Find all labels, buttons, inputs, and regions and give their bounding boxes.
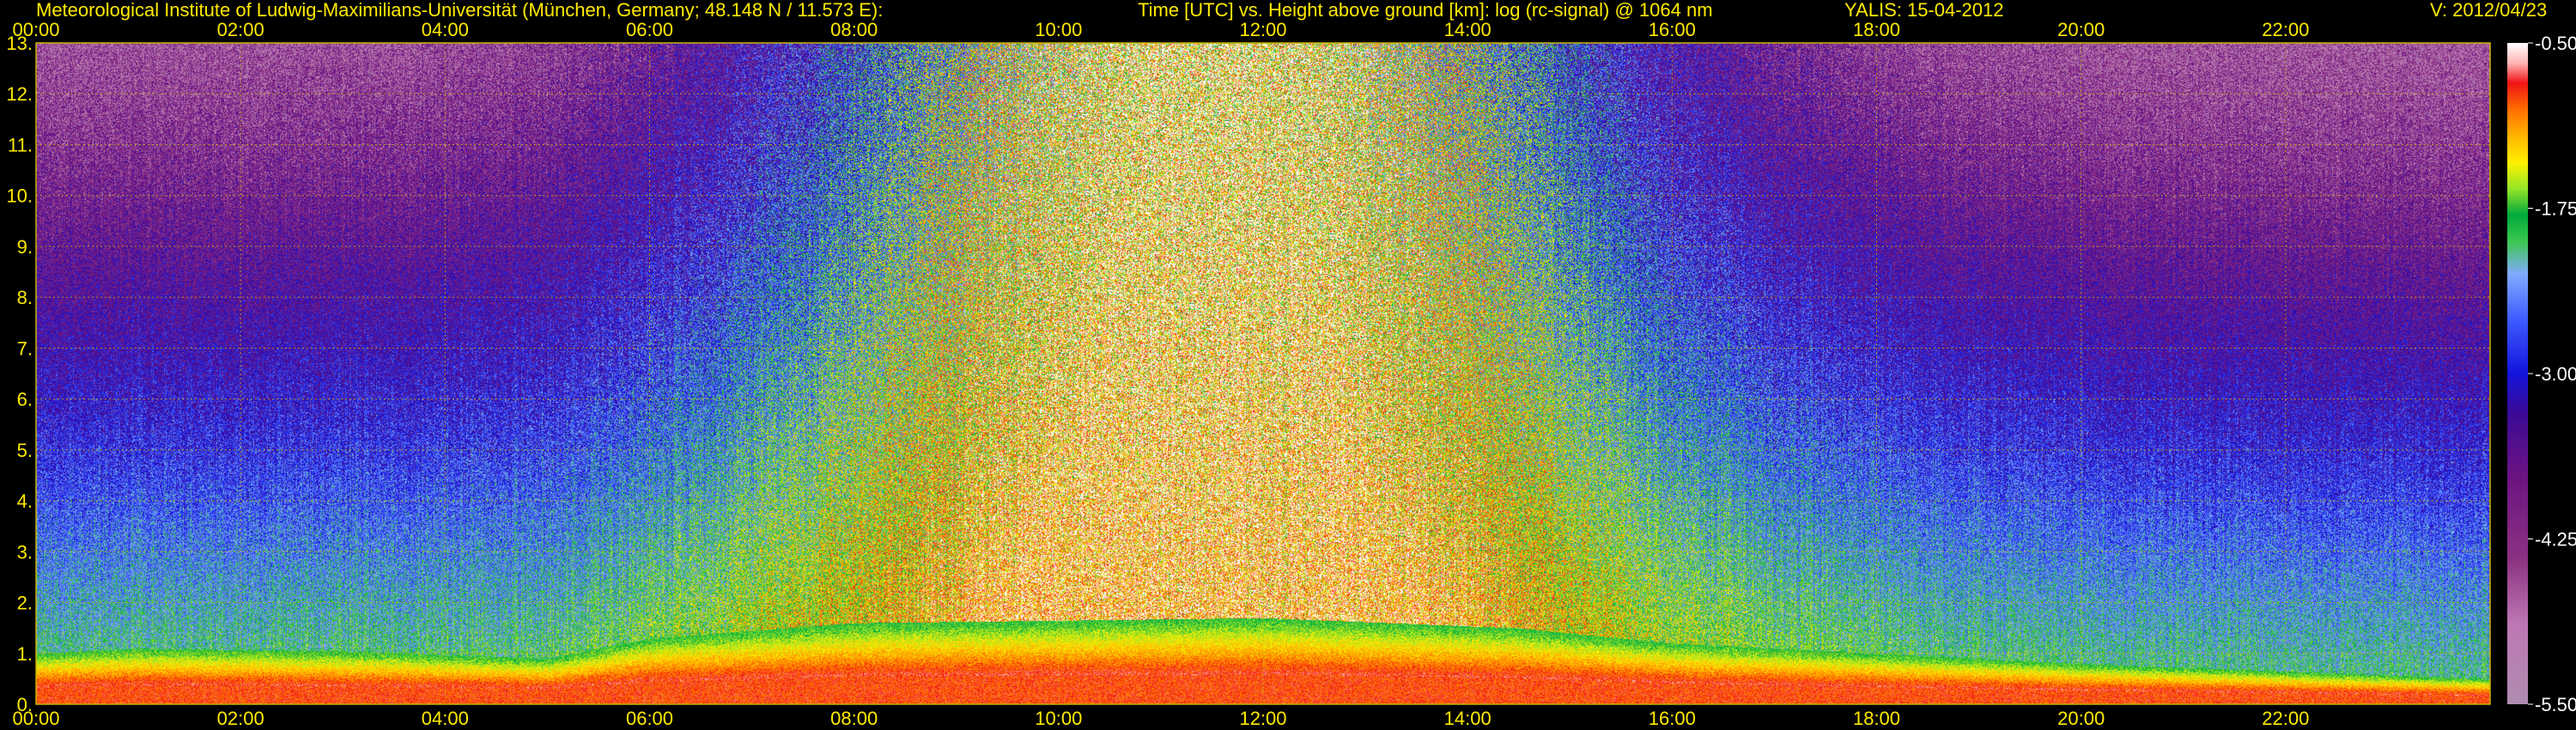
x-tick-label: 12:00 bbox=[1239, 708, 1286, 729]
x-tick-label: 18:00 bbox=[1853, 708, 1900, 729]
x-tick-label: 16:00 bbox=[1649, 708, 1696, 729]
y-tick-label: 11. bbox=[8, 134, 33, 155]
y-tick-label: 5. bbox=[17, 440, 33, 461]
x-tick-label: 02:00 bbox=[217, 708, 264, 729]
x-tick-label-top: 12:00 bbox=[1239, 19, 1286, 40]
x-tick-label: 08:00 bbox=[830, 708, 878, 729]
axes-overlay: 00:0000:0002:0002:0004:0004:0006:0006:00… bbox=[6, 19, 2576, 729]
x-tick-label: 14:00 bbox=[1444, 708, 1492, 729]
y-tick-label: 8. bbox=[17, 287, 33, 308]
y-tick-label: 4. bbox=[17, 490, 33, 512]
x-tick-label-top: 10:00 bbox=[1035, 19, 1082, 40]
x-tick-label-top: 04:00 bbox=[422, 19, 469, 40]
x-tick-label-top: 22:00 bbox=[2262, 19, 2309, 40]
colorbar-tick-label: -1.75 bbox=[2535, 198, 2576, 220]
x-tick-label: 22:00 bbox=[2262, 708, 2309, 729]
y-tick-label: 7. bbox=[17, 338, 33, 359]
y-tick-label: 13. bbox=[6, 33, 33, 54]
x-tick-label-top: 16:00 bbox=[1649, 19, 1696, 40]
x-tick-label-top: 08:00 bbox=[830, 19, 878, 40]
x-tick-label-top: 18:00 bbox=[1853, 19, 1900, 40]
colorbar-tick-label: -5.50 bbox=[2535, 694, 2576, 715]
y-tick-label: 10. bbox=[6, 186, 33, 207]
x-tick-label: 10:00 bbox=[1035, 708, 1082, 729]
x-tick-label: 06:00 bbox=[626, 708, 673, 729]
y-tick-label: 3. bbox=[17, 541, 33, 563]
colorbar-tick-label: -3.00 bbox=[2535, 363, 2576, 385]
x-tick-label-top: 06:00 bbox=[626, 19, 673, 40]
x-tick-label: 20:00 bbox=[2057, 708, 2105, 729]
x-tick-label: 04:00 bbox=[422, 708, 469, 729]
y-tick-label: 6. bbox=[17, 389, 33, 411]
y-tick-label: 12. bbox=[6, 83, 33, 105]
x-tick-label-top: 02:00 bbox=[217, 19, 264, 40]
colorbar-tick-label: -4.25 bbox=[2535, 529, 2576, 551]
y-tick-label: 1. bbox=[17, 643, 33, 665]
y-tick-label: 0. bbox=[17, 694, 33, 715]
colorbar-tick-label: -0.50 bbox=[2535, 33, 2576, 54]
x-tick-label-top: 20:00 bbox=[2057, 19, 2105, 40]
x-tick-label-top: 14:00 bbox=[1444, 19, 1492, 40]
y-tick-label: 2. bbox=[17, 593, 33, 614]
y-tick-label: 9. bbox=[17, 236, 33, 258]
